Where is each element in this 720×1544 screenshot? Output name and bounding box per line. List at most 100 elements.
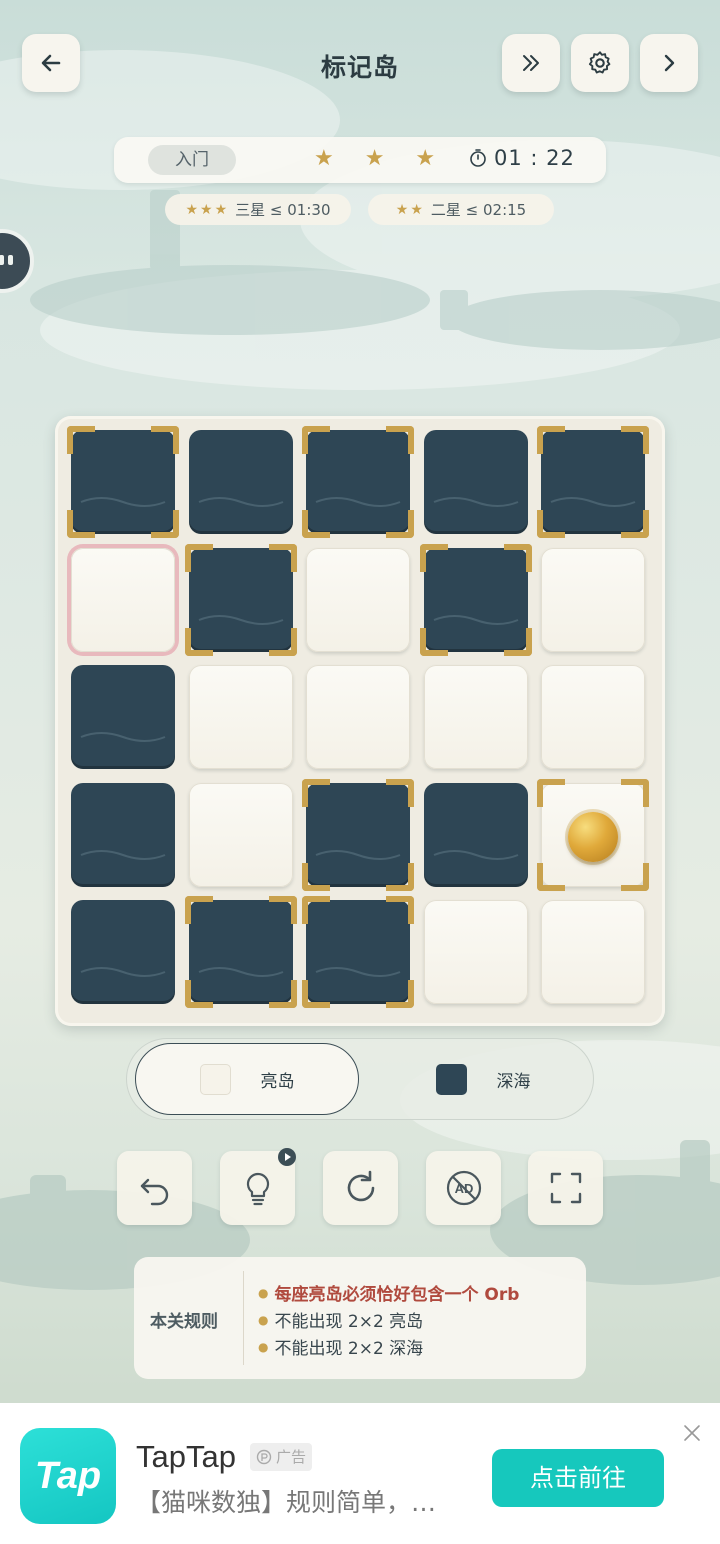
rule-item: ● 每座亮岛必须恰好包含一个 Orb: [258, 1285, 520, 1305]
marker-corner: [420, 628, 448, 656]
ad-cta-button[interactable]: 点击前往: [492, 1449, 664, 1507]
marker-corner: [269, 628, 297, 656]
marker-corner: [151, 510, 179, 538]
marker-corner: [269, 544, 297, 572]
marker-corner: [504, 628, 532, 656]
marker-corner: [537, 510, 565, 538]
grid-cell-land[interactable]: [306, 665, 410, 769]
level-status-bar: 入门 ★ ★ ★ 01 : 22: [114, 137, 606, 183]
two-star-goal: ★★ 二星 ≤ 02:15: [368, 194, 554, 225]
grid-cell-sea[interactable]: [189, 430, 293, 534]
grid-cell-sea[interactable]: [71, 900, 175, 1004]
paint-mode-toggle: 亮岛 深海: [126, 1038, 594, 1120]
wave-pattern: [80, 850, 166, 860]
land-mode-option[interactable]: 亮岛: [135, 1043, 359, 1115]
top-bar: 标记岛: [0, 34, 720, 94]
land-mode-label: 亮岛: [260, 1071, 295, 1092]
marker-corner: [185, 628, 213, 656]
grid-cell-sea[interactable]: [424, 430, 528, 534]
grid-cell-sea[interactable]: [302, 896, 414, 1008]
double-chevron-right-icon: [523, 55, 539, 71]
timer-value: 01 : 22: [494, 146, 575, 170]
marker-corner: [386, 980, 414, 1008]
grid-cell-sea[interactable]: [537, 426, 649, 538]
orb-icon: [568, 812, 618, 862]
grid-cell-sea[interactable]: [185, 544, 297, 656]
marker-corner: [185, 896, 213, 924]
grid-cell-land[interactable]: [541, 665, 645, 769]
grid-cell-land[interactable]: [541, 548, 645, 652]
rules-divider: [243, 1271, 244, 1365]
ad-banner[interactable]: Tap TapTap 广告 【猫咪数独】规则简单，… 点击前往: [0, 1403, 720, 1544]
settings-button[interactable]: [571, 34, 629, 92]
three-star-goal: ★★★ 三星 ≤ 01:30: [165, 194, 351, 225]
grid-cell-sea[interactable]: [71, 783, 175, 887]
no-ads-button[interactable]: AD: [426, 1151, 501, 1225]
marker-corner: [386, 779, 414, 807]
no-ads-icon: AD: [446, 1170, 481, 1206]
lightbulb-icon: [246, 1172, 269, 1206]
wave-pattern: [433, 850, 519, 860]
grid-cell-sea[interactable]: [302, 426, 414, 538]
difficulty-badge: 入门: [148, 145, 236, 175]
marker-corner: [504, 544, 532, 572]
ad-description: 【猫咪数独】规则简单，…: [136, 1488, 437, 1517]
chevron-right-icon: [664, 54, 675, 72]
marker-corner: [302, 426, 330, 454]
grid-cell-sea[interactable]: [424, 783, 528, 887]
gear-icon: [588, 51, 611, 74]
marker-corner: [269, 896, 297, 924]
side-assistant-tab[interactable]: [0, 229, 34, 293]
fullscreen-button[interactable]: [528, 1151, 603, 1225]
marker-corner: [386, 426, 414, 454]
marker-corner: [151, 426, 179, 454]
grid-cell-sea[interactable]: [420, 544, 532, 656]
grid-cell-land[interactable]: [424, 900, 528, 1004]
marker-corner: [537, 426, 565, 454]
wave-pattern: [198, 497, 284, 507]
rule-item: ● 不能出现 2×2 亮岛: [258, 1312, 424, 1332]
grid-cell-land[interactable]: [537, 779, 649, 891]
puzzle-grid: [67, 426, 649, 1012]
skip-button[interactable]: [502, 34, 560, 92]
grid-cell-land[interactable]: [71, 548, 175, 652]
undo-button[interactable]: [117, 1151, 192, 1225]
land-swatch: [199, 1063, 231, 1095]
goal-label: 三星 ≤ 01:30: [235, 201, 331, 219]
wave-pattern: [80, 967, 166, 977]
marker-corner: [302, 896, 330, 924]
sea-mode-option[interactable]: 深海: [371, 1043, 595, 1115]
marker-corner: [67, 426, 95, 454]
grid-cell-sea[interactable]: [67, 426, 179, 538]
marker-corner: [386, 510, 414, 538]
grid-cell-land[interactable]: [189, 665, 293, 769]
marker-corner: [420, 544, 448, 572]
marker-corner: [302, 779, 330, 807]
close-icon[interactable]: [680, 1421, 704, 1445]
video-ad-badge-icon: [278, 1148, 296, 1166]
grid-cell-land[interactable]: [189, 783, 293, 887]
undo-icon: [140, 1178, 168, 1206]
marker-corner: [185, 544, 213, 572]
grid-cell-land[interactable]: [541, 900, 645, 1004]
next-button[interactable]: [640, 34, 698, 92]
stopwatch-icon: [470, 149, 486, 167]
level-rules-panel: 本关规则 ● 每座亮岛必须恰好包含一个 Orb ● 不能出现 2×2 亮岛 ● 不能出…: [134, 1257, 586, 1379]
pause-face-icon: [0, 255, 13, 265]
hint-button[interactable]: [220, 1148, 296, 1225]
grid-cell-land[interactable]: [306, 548, 410, 652]
rules-title: 本关规则: [150, 1312, 218, 1332]
grid-cell-sea[interactable]: [302, 779, 414, 891]
marker-corner: [386, 896, 414, 924]
grid-cell-land[interactable]: [424, 665, 528, 769]
grid-cell-sea[interactable]: [71, 665, 175, 769]
marker-corner: [621, 779, 649, 807]
wave-pattern: [80, 732, 166, 742]
star-rating: ★ ★ ★: [314, 146, 448, 171]
restart-button[interactable]: [323, 1151, 398, 1225]
marker-corner: [302, 980, 330, 1008]
grid-cell-sea[interactable]: [185, 896, 297, 1008]
marker-corner: [302, 863, 330, 891]
rule-item: ● 不能出现 2×2 深海: [258, 1339, 424, 1359]
marker-corner: [269, 980, 297, 1008]
